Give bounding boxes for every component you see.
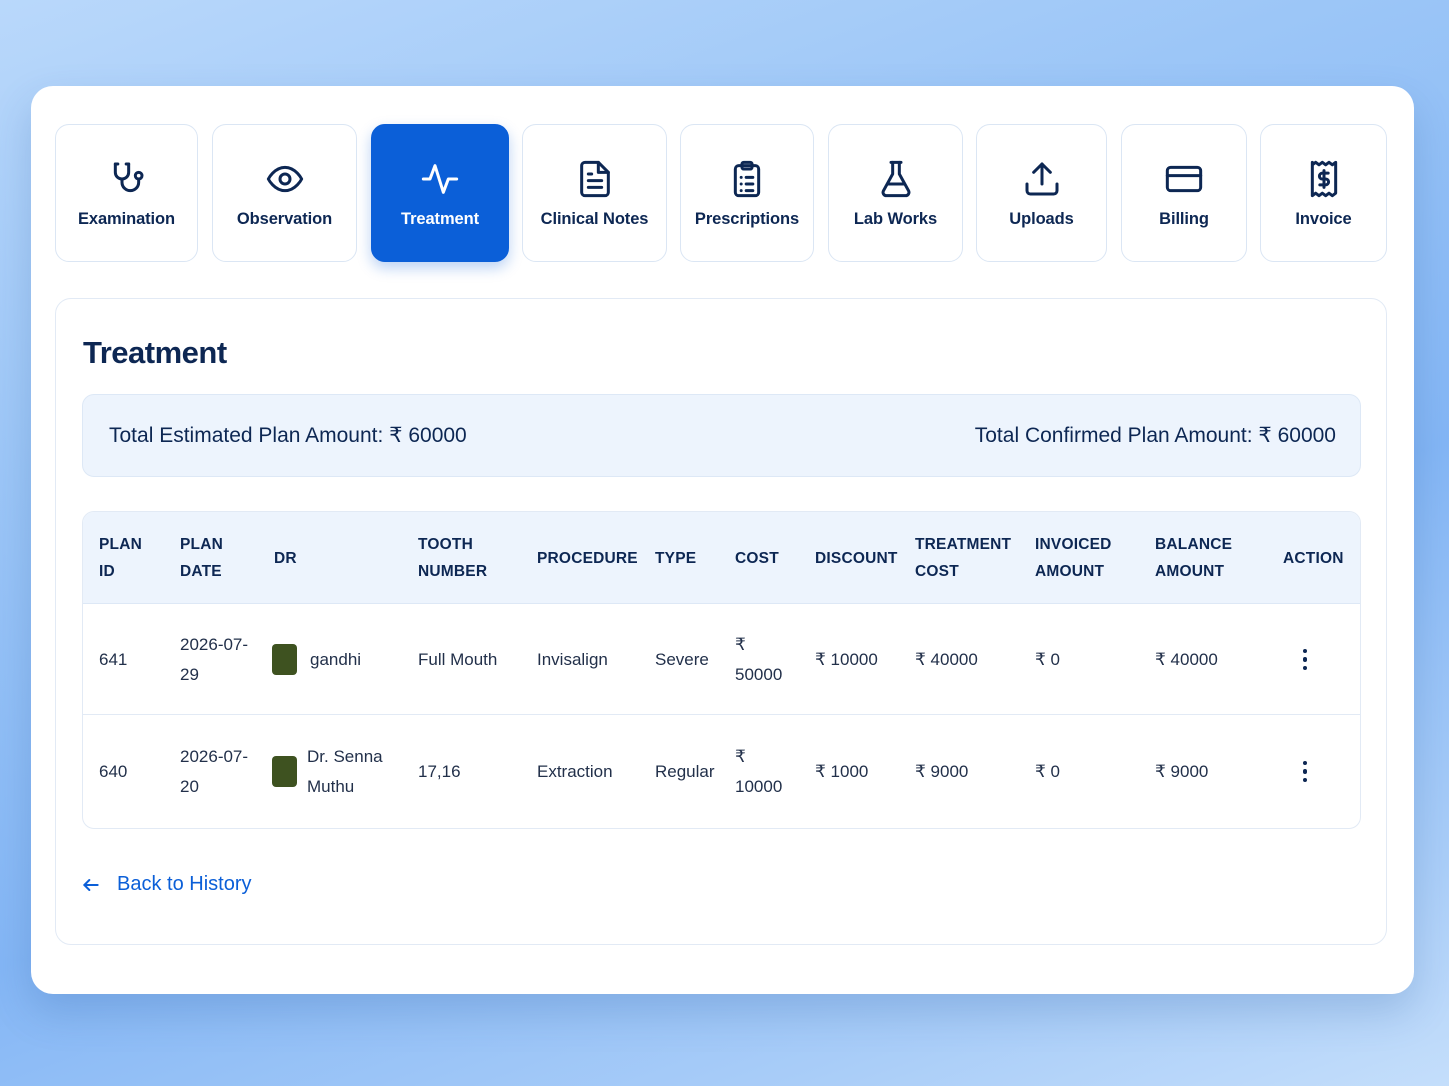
flask-icon xyxy=(875,158,917,200)
tab-label: Examination xyxy=(77,209,175,228)
doctor-name: gandhi xyxy=(310,649,362,669)
cell-action xyxy=(1293,604,1317,715)
tab-label: Treatment xyxy=(401,209,479,228)
header-balance-amount: BALANCE AMOUNT xyxy=(1155,536,1233,580)
cell-type: Severe xyxy=(655,649,709,669)
credit-card-icon xyxy=(1163,158,1205,200)
tab-examination[interactable]: Examination xyxy=(55,124,198,262)
cell-tooth-number: 17,16 xyxy=(418,761,461,781)
tab-label: Observation xyxy=(236,209,333,228)
cell-dr: Dr. Senna Muthu xyxy=(272,716,383,827)
cell-discount: ₹ 1000 xyxy=(815,761,869,781)
header-invoiced-amount: INVOICED AMOUNT xyxy=(1035,536,1112,580)
cell-procedure: Extraction xyxy=(537,761,613,781)
document-icon xyxy=(574,158,616,200)
header-procedure: PROCEDURE xyxy=(537,549,638,567)
tab-label: Invoice xyxy=(1295,209,1352,228)
tab-label: Uploads xyxy=(1009,209,1074,228)
cell-plan-id: 640 xyxy=(99,761,128,781)
arrow-left-icon xyxy=(83,878,99,891)
cell-tooth-number: Full Mouth xyxy=(418,649,498,669)
avatar xyxy=(272,644,297,675)
table-row: 641 2026-07- 29 gandhi Full Mouth Invisal… xyxy=(83,604,1360,715)
header-treatment-cost: TREATMENT COST xyxy=(915,536,1012,580)
header-cost: COST xyxy=(735,549,779,567)
cell-cost: ₹50000 xyxy=(735,634,783,684)
total-estimated-amount: Total Estimated Plan Amount: ₹ 60000 xyxy=(109,424,467,447)
tab-clinical-notes[interactable]: Clinical Notes xyxy=(522,124,667,262)
cell-treatment-cost: ₹ 40000 xyxy=(915,649,978,669)
cell-procedure: Invisalign xyxy=(537,649,608,669)
tab-label: Prescriptions xyxy=(694,209,800,228)
tab-uploads[interactable]: Uploads xyxy=(976,124,1107,262)
treatment-table: PLAN ID PLAN DATE DR TOOTH NUMBER PROCEDURE… xyxy=(82,511,1361,829)
cell-plan-date: 2026-07- 29 xyxy=(180,634,249,684)
main-card: Examination Observation Treatment Clinic… xyxy=(31,86,1414,994)
header-plan-date: PLAN DATE xyxy=(180,536,223,580)
more-options-icon[interactable] xyxy=(1293,757,1317,787)
table-header: PLAN ID PLAN DATE DR TOOTH NUMBER PROCEDURE… xyxy=(83,512,1360,604)
cell-invoiced-amount: ₹ 0 xyxy=(1035,761,1060,781)
tab-invoice[interactable]: Invoice xyxy=(1260,124,1387,262)
cell-dr: gandhi xyxy=(272,604,361,715)
cell-balance-amount: ₹ 40000 xyxy=(1155,649,1218,669)
cell-invoiced-amount: ₹ 0 xyxy=(1035,649,1060,669)
stethoscope-icon xyxy=(106,158,148,200)
activity-icon xyxy=(419,158,461,200)
page-title: Treatment xyxy=(83,335,227,370)
tab-billing[interactable]: Billing xyxy=(1121,124,1247,262)
tab-label: Billing xyxy=(1159,209,1209,228)
clipboard-icon xyxy=(726,158,768,200)
doctor-name: Dr. Senna Muthu xyxy=(307,746,383,796)
tab-treatment[interactable]: Treatment xyxy=(371,124,509,262)
avatar xyxy=(272,756,297,787)
back-to-history-link[interactable]: Back to History xyxy=(81,873,251,896)
tab-observation[interactable]: Observation xyxy=(212,124,357,262)
header-type: TYPE xyxy=(655,549,697,567)
header-dr: DR xyxy=(274,549,297,567)
cell-discount: ₹ 10000 xyxy=(815,649,878,669)
tab-lab-works[interactable]: Lab Works xyxy=(828,124,963,262)
cell-balance-amount: ₹ 9000 xyxy=(1155,761,1209,781)
tab-label: Clinical Notes xyxy=(540,209,649,228)
more-options-icon[interactable] xyxy=(1293,645,1317,675)
table-row: 640 2026-07- 20 Dr. Senna Muthu 17,16 Extr… xyxy=(83,716,1360,827)
tab-prescriptions[interactable]: Prescriptions xyxy=(680,124,814,262)
header-tooth-number: TOOTH NUMBER xyxy=(418,536,488,580)
plan-summary-bar: Total Estimated Plan Amount: ₹ 60000 Tot… xyxy=(82,394,1361,477)
total-confirmed-amount: Total Confirmed Plan Amount: ₹ 60000 xyxy=(974,424,1336,447)
cell-action xyxy=(1293,716,1317,827)
cell-type: Regular xyxy=(655,761,715,781)
header-discount: DISCOUNT xyxy=(815,549,898,567)
upload-icon xyxy=(1021,158,1063,200)
treatment-panel: Treatment Total Estimated Plan Amount: ₹… xyxy=(55,298,1387,945)
header-action: ACTION xyxy=(1283,549,1344,567)
cell-cost: ₹10000 xyxy=(735,746,783,796)
header-plan-id: PLAN ID xyxy=(99,536,142,580)
back-link-label: Back to History xyxy=(117,873,252,895)
cell-treatment-cost: ₹ 9000 xyxy=(915,761,969,781)
tab-label: Lab Works xyxy=(853,209,938,228)
cell-plan-id: 641 xyxy=(99,649,128,669)
cell-plan-date: 2026-07- 20 xyxy=(180,746,249,796)
eye-icon xyxy=(264,158,306,200)
receipt-icon xyxy=(1303,158,1345,200)
